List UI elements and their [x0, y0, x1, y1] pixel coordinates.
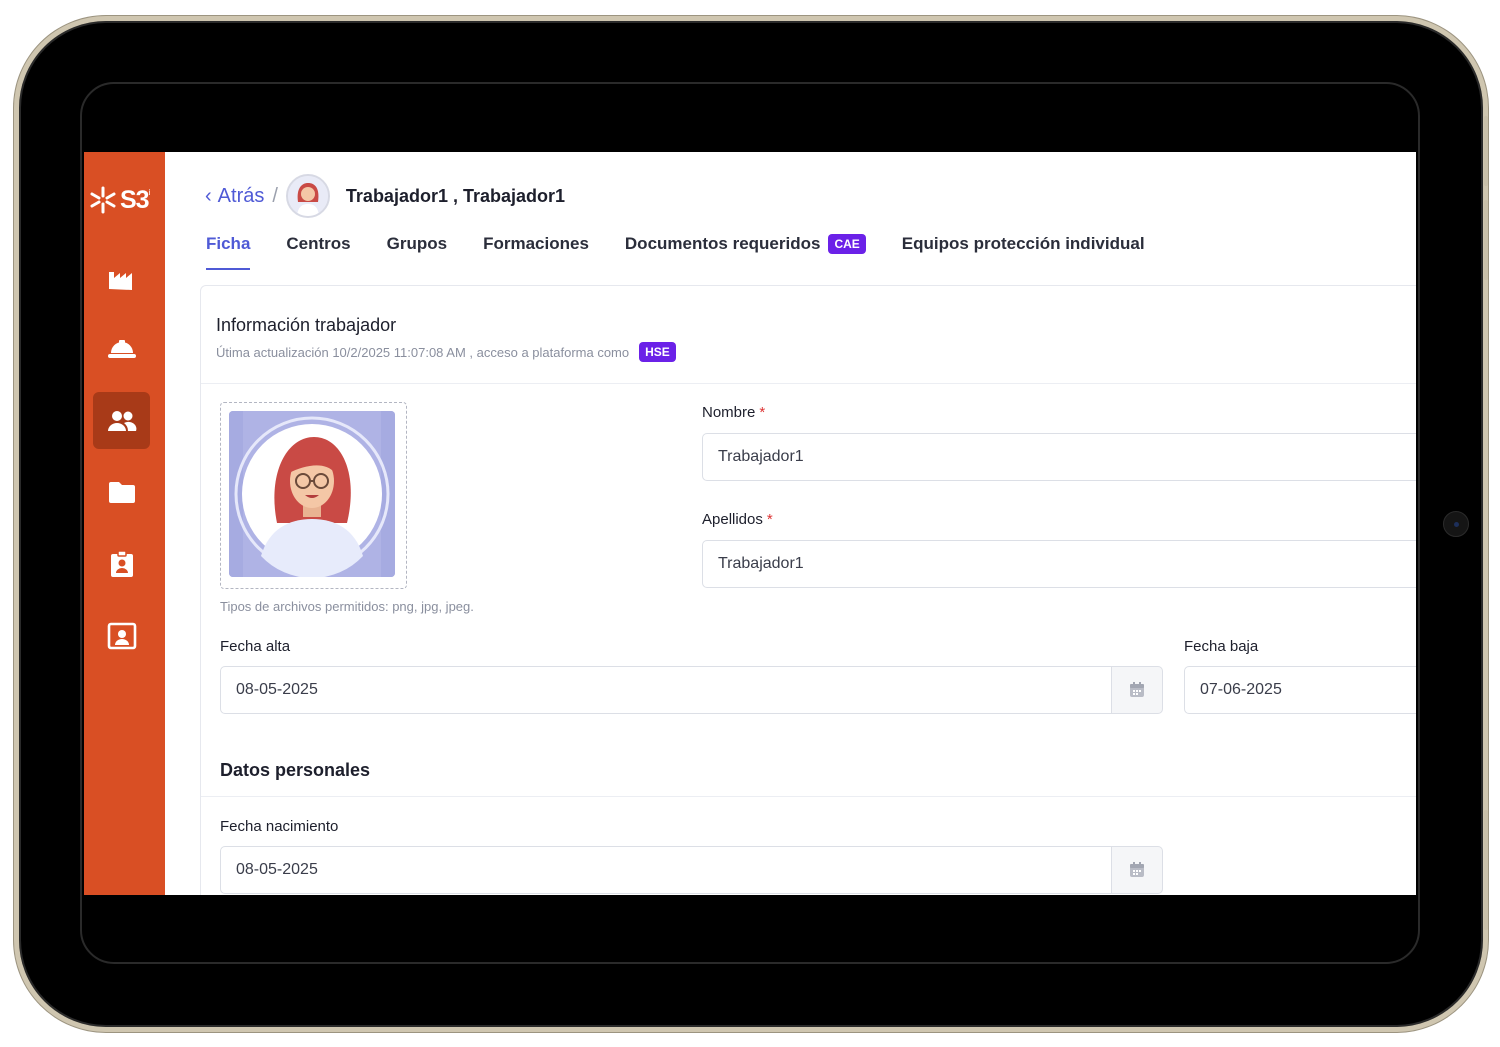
- sidebar-item-centros[interactable]: [93, 249, 150, 306]
- card-header: Información trabajador Útima actualizaci…: [201, 286, 1416, 384]
- back-link[interactable]: ‹ Atrás: [205, 185, 264, 208]
- tab-label: Formaciones: [483, 234, 589, 253]
- fecha-baja-label: Fecha baja: [1184, 638, 1259, 655]
- tab-label: Centros: [286, 234, 351, 253]
- breadcrumb-separator: /: [272, 184, 278, 207]
- cae-badge: CAE: [828, 234, 866, 254]
- tab-formaciones[interactable]: Formaciones: [483, 234, 589, 270]
- tab-label: Grupos: [386, 234, 448, 253]
- tab-label: Equipos protección individual: [901, 234, 1145, 253]
- tablet-camera: [1443, 511, 1469, 537]
- back-label: Atrás: [217, 184, 265, 207]
- main-content: ‹ Atrás / Trabajador1 , Trabajador1 Fich…: [165, 152, 1416, 895]
- fecha-baja-value: 07-06-2025: [1200, 681, 1282, 698]
- app-logo[interactable]: S3 i: [88, 180, 164, 220]
- apellidos-label: Apellidos *: [702, 511, 773, 528]
- datos-personales-heading: Datos personales: [220, 760, 371, 780]
- tablet-side-button: [1484, 116, 1488, 186]
- nombre-field[interactable]: Trabajador1: [702, 433, 1416, 481]
- fecha-alta-field[interactable]: 08-05-2025: [220, 666, 1112, 714]
- sidebar-item-perfil[interactable]: [93, 607, 150, 664]
- fecha-nacimiento-label: Fecha nacimiento: [220, 818, 339, 835]
- photo-upload[interactable]: [220, 402, 407, 589]
- chevron-left-icon: ‹: [205, 184, 212, 207]
- tab-label: Ficha: [206, 234, 251, 253]
- apellidos-field[interactable]: Trabajador1: [702, 540, 1416, 588]
- tab-ficha[interactable]: Ficha: [206, 234, 251, 270]
- worker-portrait-icon: [229, 411, 395, 577]
- tab-grupos[interactable]: Grupos: [387, 234, 447, 270]
- fecha-alta-label: Fecha alta: [220, 638, 291, 655]
- apellidos-value: Trabajador1: [718, 555, 804, 572]
- file-types-hint: Tipos de archivos permitidos: png, jpg, …: [220, 599, 474, 614]
- page-title: Trabajador1 , Trabajador1: [345, 185, 566, 206]
- required-mark: *: [766, 511, 773, 528]
- hardhat-icon: [107, 339, 136, 358]
- worker-photo: [229, 411, 395, 577]
- tab-label: Documentos requeridos: [624, 234, 821, 253]
- apellidos-label-text: Apellidos: [702, 511, 763, 528]
- section-divider: [201, 796, 1416, 797]
- tablet-side-button: [1484, 200, 1488, 280]
- folder-icon: [108, 481, 135, 503]
- fecha-nacimiento-field[interactable]: 08-05-2025: [220, 846, 1112, 894]
- fecha-nacimiento-value: 08-05-2025: [236, 861, 318, 878]
- calendar-icon: [1130, 862, 1144, 877]
- tab-documentos-requeridos[interactable]: Documentos requeridos CAE: [625, 234, 866, 270]
- sidebar-item-epi[interactable]: [93, 320, 150, 377]
- required-mark: *: [759, 404, 766, 421]
- avatar: [285, 174, 330, 218]
- role-badge: HSE: [639, 342, 676, 362]
- tab-bar: Ficha Centros Grupos Formaciones Documen…: [206, 234, 1181, 270]
- logo-star-icon: [90, 186, 116, 214]
- last-update-label: Útima actualización 10/2/2025 11:07:08 A…: [216, 344, 630, 360]
- factory-icon: [108, 271, 132, 290]
- worker-avatar-icon: [287, 176, 328, 216]
- worker-info-card: Información trabajador Útima actualizaci…: [200, 285, 1416, 895]
- card-title: Información trabajador: [216, 315, 397, 335]
- tab-centros[interactable]: Centros: [286, 234, 350, 270]
- user-screen-icon: [107, 622, 136, 649]
- nombre-value: Trabajador1: [718, 448, 804, 465]
- clipboard-user-icon: [110, 549, 133, 577]
- sidebar-item-accesos[interactable]: [93, 535, 150, 592]
- fecha-alta-value: 08-05-2025: [236, 681, 318, 698]
- logo-text: S3: [120, 185, 150, 214]
- sidebar: S3 i: [84, 152, 165, 895]
- tablet-side-button: [1484, 810, 1488, 930]
- sidebar-item-trabajadores[interactable]: [93, 392, 150, 449]
- users-icon: [107, 410, 136, 431]
- calendar-icon: [1130, 682, 1144, 697]
- logo-superscript: i: [148, 187, 151, 197]
- last-update-text: Útima actualización 10/2/2025 11:07:08 A…: [216, 342, 676, 362]
- nombre-label-text: Nombre: [702, 404, 756, 421]
- fecha-baja-field[interactable]: 07-06-2025: [1184, 666, 1416, 714]
- app-screen: S3 i ‹ Atrás / Trabajador1 , Trabajador1…: [84, 152, 1416, 895]
- tab-equipos-proteccion[interactable]: Equipos protección individual: [902, 234, 1145, 270]
- fecha-nacimiento-calendar-button[interactable]: [1111, 846, 1163, 894]
- sidebar-item-documentos[interactable]: [93, 463, 150, 520]
- page-header: ‹ Atrás / Trabajador1 , Trabajador1: [205, 174, 565, 218]
- fecha-alta-calendar-button[interactable]: [1111, 666, 1163, 714]
- nombre-label: Nombre *: [702, 404, 765, 421]
